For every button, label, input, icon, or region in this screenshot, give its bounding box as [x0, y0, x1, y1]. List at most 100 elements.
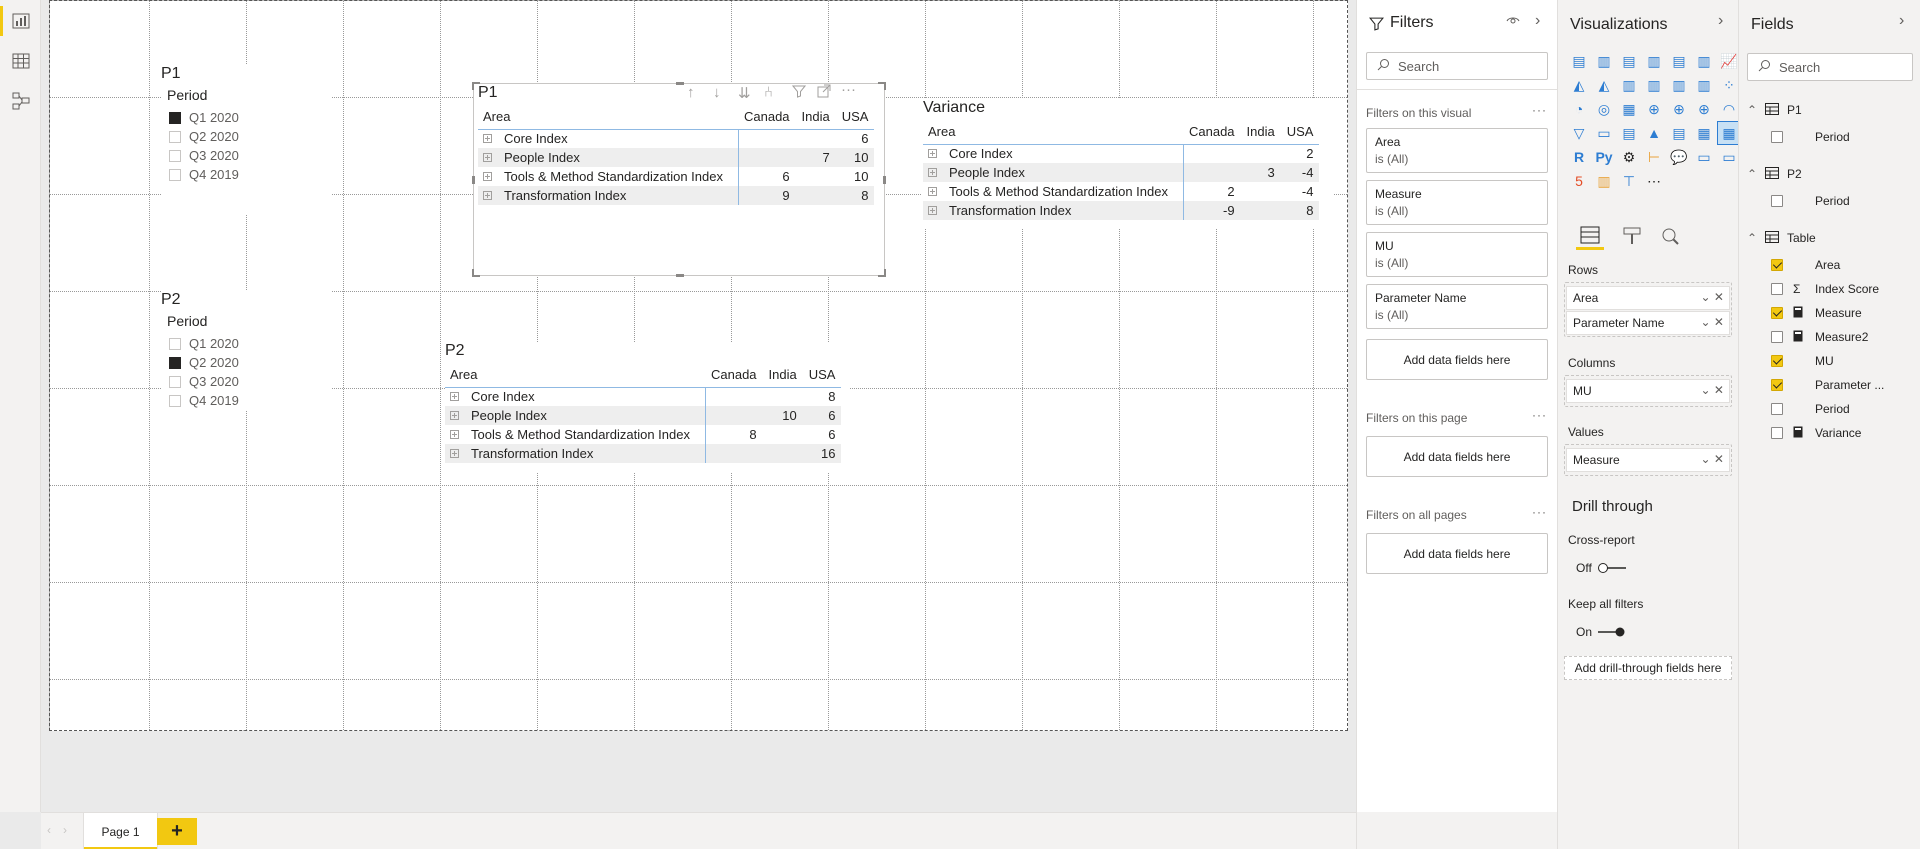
field-checkbox[interactable]	[1771, 379, 1783, 391]
more-visuals-icon[interactable]: ⋯	[1643, 170, 1665, 192]
100-column-icon[interactable]: ▥	[1693, 50, 1715, 72]
field-table-table[interactable]: ⌃ Table	[1747, 228, 1816, 248]
field-item[interactable]: Σ Index Score	[1771, 280, 1879, 298]
field-checkbox[interactable]	[1771, 259, 1783, 271]
expand-icon[interactable]	[928, 187, 937, 197]
slicer-checkbox[interactable]	[169, 130, 181, 143]
field-item[interactable]: Period	[1771, 400, 1850, 418]
kpi-icon[interactable]: ▲	[1643, 122, 1665, 144]
expand-icon[interactable]	[483, 191, 492, 201]
field-table-p2[interactable]: ⌃ P2	[1747, 164, 1802, 184]
html5-icon[interactable]: 5	[1568, 170, 1590, 192]
add-report-filter-field[interactable]: Add data fields here	[1366, 533, 1548, 574]
qa-icon[interactable]: 💬	[1668, 146, 1690, 168]
fields-search-input[interactable]: Search	[1747, 53, 1913, 81]
expand-icon[interactable]	[450, 449, 459, 459]
field-item[interactable]: Variance	[1771, 424, 1861, 442]
page-tab-1[interactable]: Page 1	[83, 813, 158, 849]
expand-icon[interactable]	[450, 392, 459, 402]
slicer-checkbox[interactable]	[169, 356, 181, 369]
filters-search-input[interactable]: Search	[1366, 52, 1548, 80]
more-options-icon[interactable]: ···	[1532, 408, 1547, 422]
stacked-area-icon[interactable]: ◭	[1593, 74, 1615, 96]
slicer-p2[interactable]: P2 Period Q1 2020 Q2 2020 Q3 2020 Q4 2019	[161, 291, 331, 411]
python-visual-icon[interactable]: Py	[1593, 146, 1615, 168]
key-influencers-icon[interactable]: ⚙	[1618, 146, 1640, 168]
donut-icon[interactable]: ◎	[1593, 98, 1615, 120]
field-item[interactable]: Parameter ...	[1771, 376, 1884, 394]
gauge-icon[interactable]: ◠	[1718, 98, 1740, 120]
clustered-bar-icon[interactable]: ▤	[1618, 50, 1640, 72]
slicer-checkbox[interactable]	[169, 111, 181, 124]
line-chart-icon[interactable]: 📈	[1718, 50, 1740, 72]
column-header[interactable]: Canada	[1183, 120, 1241, 144]
model-view-icon[interactable]	[8, 88, 33, 113]
column-header[interactable]: India	[1241, 120, 1281, 144]
column-header[interactable]: Area	[478, 105, 738, 129]
slicer-item[interactable]: Q1 2020	[169, 108, 331, 127]
add-page-button[interactable]: +	[157, 818, 197, 845]
data-view-icon[interactable]	[8, 48, 33, 73]
field-checkbox[interactable]	[1771, 331, 1783, 343]
field-checkbox[interactable]	[1771, 403, 1783, 415]
paginated-icon[interactable]: ▭	[1718, 146, 1740, 168]
report-view-icon[interactable]	[8, 8, 33, 33]
waterfall-icon[interactable]: ▥	[1693, 74, 1715, 96]
100-bar-icon[interactable]: ▤	[1668, 50, 1690, 72]
stacked-bar-icon[interactable]: ▤	[1568, 50, 1590, 72]
filled-map-icon[interactable]: ⊕	[1668, 98, 1690, 120]
slicer-checkbox[interactable]	[169, 375, 181, 388]
drill-down-icon[interactable]: ↓	[713, 84, 721, 101]
column-header[interactable]: USA	[803, 363, 842, 387]
slicer-item[interactable]: Q3 2020	[169, 372, 331, 391]
filter-icon[interactable]	[791, 84, 807, 102]
smart-narrative-icon[interactable]: ▭	[1693, 146, 1715, 168]
funnel-icon[interactable]: ▽	[1568, 122, 1590, 144]
collapse-pane-icon[interactable]: ›	[1535, 12, 1540, 30]
expand-icon[interactable]	[483, 172, 492, 182]
treemap-icon[interactable]: ▦	[1618, 98, 1640, 120]
field-item[interactable]: Measure2	[1771, 328, 1868, 346]
rows-field-parameter[interactable]: Parameter Name ⌄ ✕	[1566, 311, 1730, 335]
column-header[interactable]: Canada	[738, 105, 796, 129]
columns-field-mu[interactable]: MU ⌄ ✕	[1566, 379, 1730, 403]
r-visual-icon[interactable]: R	[1568, 146, 1590, 168]
field-item[interactable]: Measure	[1771, 304, 1862, 322]
clustered-column-icon[interactable]: ▥	[1643, 50, 1665, 72]
collapse-pane-icon[interactable]: ›	[1718, 12, 1723, 30]
add-drill-through-field[interactable]: Add drill-through fields here	[1564, 656, 1732, 680]
column-header[interactable]: Area	[445, 363, 705, 387]
chevron-left-icon[interactable]: ‹	[47, 823, 51, 837]
field-item[interactable]: Area	[1771, 256, 1840, 274]
card-icon[interactable]: ▭	[1593, 122, 1615, 144]
slicer-checkbox[interactable]	[169, 394, 181, 407]
filter-card[interactable]: MU is (All)	[1366, 232, 1548, 277]
field-item[interactable]: Period	[1771, 128, 1850, 146]
chevron-up-icon[interactable]: ⌃	[1747, 231, 1761, 245]
field-checkbox[interactable]	[1771, 355, 1783, 367]
expand-icon[interactable]	[928, 168, 937, 178]
chevron-up-icon[interactable]: ⌃	[1747, 167, 1761, 181]
line-clustered-icon[interactable]: ▥	[1643, 74, 1665, 96]
slicer-item[interactable]: Q4 2019	[169, 165, 331, 184]
column-header[interactable]: USA	[836, 105, 875, 129]
waterfall2-icon[interactable]: ▥	[1593, 170, 1615, 192]
cross-report-toggle[interactable]	[1598, 562, 1628, 574]
matrix-p1-visual[interactable]: P1 ↑ ↓ ⇊ ⑃ ··· Area Canada India USA Core In…	[472, 81, 886, 277]
field-item[interactable]: MU	[1771, 352, 1834, 370]
expand-icon[interactable]	[483, 153, 492, 163]
collapse-pane-icon[interactable]: ›	[1899, 12, 1904, 30]
field-checkbox[interactable]	[1771, 427, 1783, 439]
focus-mode-icon[interactable]	[817, 84, 831, 102]
slicer-checkbox[interactable]	[169, 168, 181, 181]
ribbon-chart-icon[interactable]: ▥	[1668, 74, 1690, 96]
expand-icon[interactable]	[450, 411, 459, 421]
field-table-p1[interactable]: ⌃ P1	[1747, 100, 1802, 120]
add-visual-filter-field[interactable]: Add data fields here	[1366, 339, 1548, 380]
scatter-icon[interactable]: ⁘	[1718, 74, 1740, 96]
matrix-p2-visual[interactable]: P2 Area Canada India USA Core Index 8 People I…	[445, 342, 850, 472]
keep-filters-toggle[interactable]	[1596, 626, 1626, 638]
decomposition-tree-icon[interactable]: ⊢	[1643, 146, 1665, 168]
column-header[interactable]: India	[796, 105, 836, 129]
expand-all-down-icon[interactable]: ⇊	[738, 84, 751, 102]
